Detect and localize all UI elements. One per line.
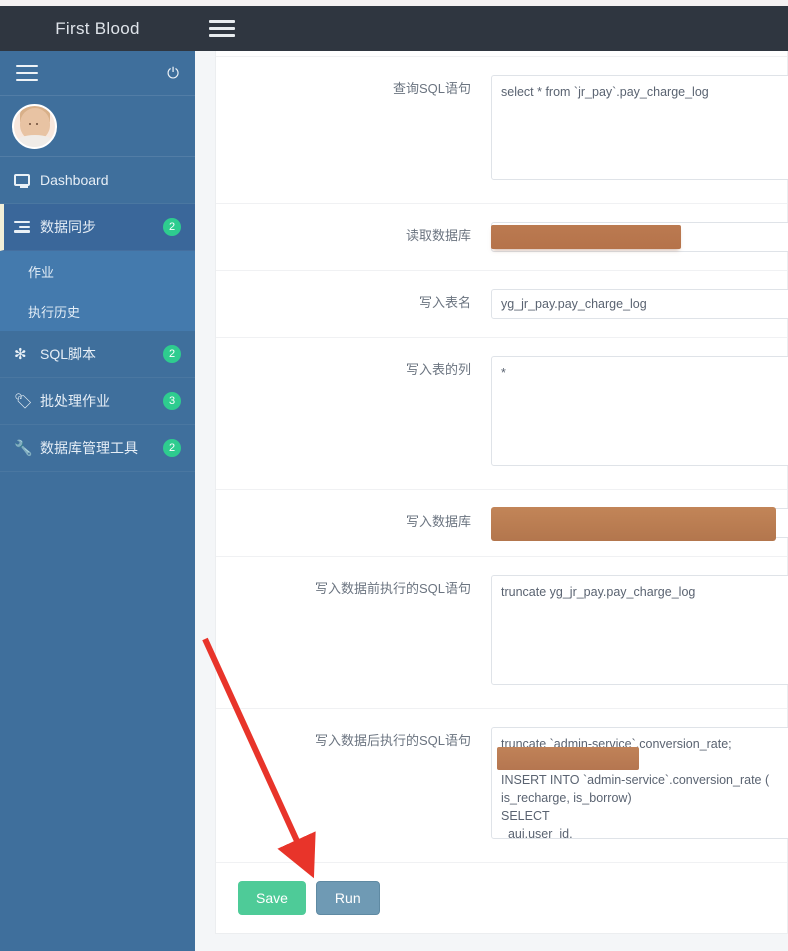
top-header: First Blood <box>0 6 788 51</box>
form-row-write-database: 写入数据库 <box>216 490 787 557</box>
form-label: 写入表名 <box>216 289 491 317</box>
form-field <box>491 222 788 252</box>
hamburger-bar <box>209 20 235 23</box>
sidebar-badge: 2 <box>163 439 181 457</box>
form-row-query-sql: 查询SQL语句 <box>216 57 787 204</box>
form-label: 查询SQL语句 <box>216 75 491 103</box>
sidebar-item-batch-jobs[interactable]: 🏷 批处理作业 3 <box>0 378 195 425</box>
target-table-input[interactable] <box>491 289 788 319</box>
sidebar-item-label: 数据同步 <box>40 217 163 237</box>
save-button[interactable]: Save <box>238 881 306 915</box>
app-brand-title: First Blood <box>0 19 195 39</box>
hamburger-bar <box>209 34 235 37</box>
sidebar: ⏻ Dashboard 数据同步 2 <box>0 51 195 951</box>
form-field <box>491 508 788 538</box>
sidebar-item-data-sync[interactable]: 数据同步 2 <box>0 204 195 251</box>
sidebar-item-label: 数据库管理工具 <box>40 438 163 458</box>
sidebar-badge: 2 <box>163 218 181 236</box>
target-columns-textarea[interactable] <box>491 356 788 466</box>
main-content: 查询SQL语句 读取数据库 写入表名 <box>195 51 788 951</box>
sidebar-topbar: ⏻ <box>0 51 195 96</box>
hamburger-bar <box>16 72 38 74</box>
job-form-card: 查询SQL语句 读取数据库 写入表名 <box>215 51 788 934</box>
form-label: 写入数据库 <box>216 508 491 536</box>
form-label: 写入数据前执行的SQL语句 <box>216 575 491 603</box>
asterisk-icon: ✻ <box>14 347 40 362</box>
sidebar-submenu: 作业 执行历史 <box>0 251 195 331</box>
query-sql-textarea[interactable] <box>491 75 788 180</box>
form-field <box>491 51 788 56</box>
form-label: 写入表的列 <box>216 356 491 384</box>
post-write-sql-textarea[interactable] <box>491 727 788 839</box>
avatar-body <box>15 135 55 149</box>
avatar-eye <box>29 123 31 125</box>
wrench-icon: 🔧 <box>14 441 40 456</box>
run-button[interactable]: Run <box>316 881 380 915</box>
sidebar-toggle-icon[interactable] <box>209 18 235 40</box>
sidebar-item-label: SQL脚本 <box>40 344 163 364</box>
app-window: First Blood ⏻ <box>0 0 788 951</box>
form-row-post-sql: 写入数据后执行的SQL语句 <box>216 709 787 863</box>
avatar[interactable] <box>12 104 57 149</box>
sidebar-subitem-history[interactable]: 执行历史 <box>0 291 195 331</box>
read-database-input[interactable] <box>491 222 788 252</box>
sidebar-item-sql-script[interactable]: ✻ SQL脚本 2 <box>0 331 195 378</box>
sidebar-badge: 3 <box>163 392 181 410</box>
stacked-list-icon <box>14 221 40 233</box>
sidebar-collapse-icon[interactable] <box>16 65 38 81</box>
form-field <box>491 75 788 185</box>
form-row-target-table: 写入表名 <box>216 271 787 338</box>
form-field <box>491 727 788 844</box>
monitor-icon <box>14 174 40 186</box>
form-label: 读取数据库 <box>216 222 491 250</box>
form-field <box>491 575 788 690</box>
hamburger-bar <box>209 27 235 30</box>
sidebar-item-label: 批处理作业 <box>40 391 163 411</box>
write-database-input[interactable] <box>491 508 788 538</box>
sidebar-menu: Dashboard 数据同步 2 作业 执行历史 ✻ SQL脚本 2 🏷 批 <box>0 157 195 472</box>
hamburger-bar <box>16 79 38 81</box>
sidebar-item-dashboard[interactable]: Dashboard <box>0 157 195 204</box>
form-row-pre-sql: 写入数据前执行的SQL语句 <box>216 557 787 709</box>
sidebar-badge: 2 <box>163 345 181 363</box>
pre-write-sql-textarea[interactable] <box>491 575 788 685</box>
sidebar-item-db-tools[interactable]: 🔧 数据库管理工具 2 <box>0 425 195 472</box>
form-field <box>491 356 788 471</box>
avatar-eye <box>36 123 38 125</box>
tag-icon: 🏷 <box>14 394 40 409</box>
sidebar-subitem-jobs[interactable]: 作业 <box>0 251 195 291</box>
form-actions: Save Run <box>216 863 787 933</box>
form-row-target-columns: 写入表的列 <box>216 338 787 490</box>
hamburger-bar <box>16 65 38 67</box>
form-row-read-database: 读取数据库 <box>216 204 787 271</box>
sidebar-item-label: Dashboard <box>40 172 181 188</box>
power-icon[interactable]: ⏻ <box>167 66 179 81</box>
form-label: 写入数据后执行的SQL语句 <box>216 727 491 755</box>
sidebar-profile <box>0 96 195 157</box>
form-field <box>491 289 788 319</box>
